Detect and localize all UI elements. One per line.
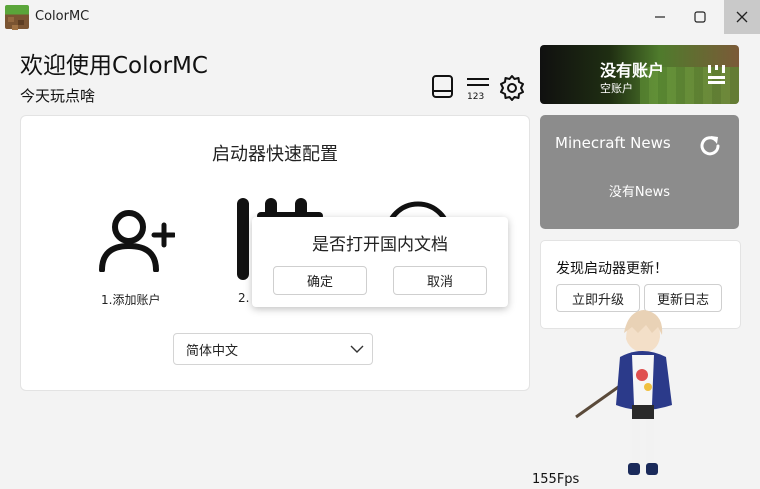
list-badge: 123 — [467, 92, 484, 102]
cancel-button[interactable]: 取消 — [393, 266, 487, 295]
account-card[interactable]: 没有账户 空账户 — [540, 45, 739, 104]
language-value: 简体中文 — [186, 344, 239, 359]
maximize-button[interactable] — [683, 0, 717, 34]
settings-button[interactable] — [498, 72, 526, 102]
open-docs-dialog: 是否打开国内文档 确定 取消 — [252, 217, 508, 307]
list-button[interactable]: 123 — [464, 72, 494, 102]
quick-setup-title: 启动器快速配置 — [212, 144, 338, 165]
account-type: 空账户 — [600, 82, 633, 95]
account-settings-icon[interactable] — [706, 63, 728, 85]
subtitle: 今天玩点啥 — [20, 87, 96, 105]
window-title: ColorMC — [35, 9, 90, 24]
news-empty-text: 没有News — [608, 185, 671, 200]
add-account-step[interactable] — [97, 208, 177, 273]
step-1-label: 1.添加账户 — [101, 293, 161, 307]
confirm-button[interactable]: 确定 — [273, 266, 367, 295]
welcome-heading: 欢迎使用ColorMC — [20, 53, 208, 79]
book-icon — [432, 75, 453, 98]
update-message: 发现启动器更新！ — [556, 261, 668, 277]
language-select[interactable]: 简体中文 — [173, 333, 373, 365]
add-user-icon — [99, 210, 177, 273]
close-button[interactable] — [724, 0, 760, 34]
dialog-message: 是否打开国内文档 — [312, 235, 448, 255]
maximize-icon — [694, 11, 706, 23]
step-2-label: 2. — [238, 291, 250, 305]
account-name: 没有账户 — [600, 61, 665, 80]
news-card: Minecraft News 没有News — [540, 115, 739, 229]
gear-icon — [500, 75, 524, 101]
minimize-icon — [655, 16, 665, 18]
news-title: Minecraft News — [555, 134, 671, 152]
minimize-button[interactable] — [643, 0, 677, 34]
refresh-icon[interactable] — [697, 133, 723, 159]
list-icon: 123 — [467, 78, 489, 102]
docs-button[interactable] — [429, 72, 457, 102]
mascot-illustration — [575, 310, 672, 475]
chevron-down-icon — [350, 345, 364, 353]
close-icon — [736, 11, 748, 23]
app-logo — [5, 5, 29, 29]
fps-counter: 155Fps — [532, 472, 580, 487]
